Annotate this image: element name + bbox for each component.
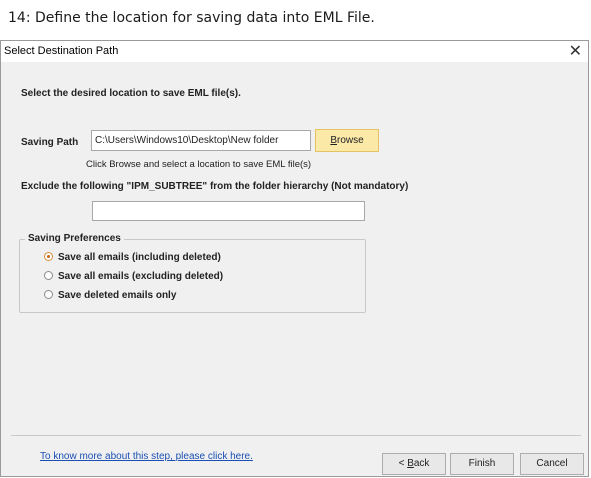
browse-label: rowse [336, 135, 364, 146]
radio-checked-icon[interactable] [44, 252, 53, 261]
cancel-button[interactable]: Cancel [520, 453, 584, 475]
close-icon[interactable]: ✕ [569, 41, 582, 61]
option-label: Save all emails (including deleted) [58, 252, 221, 263]
dialog-body: Select the desired location to save EML … [1, 62, 588, 476]
step-caption: 14: Define the location for saving data … [8, 10, 375, 26]
option-label: Save deleted emails only [58, 290, 177, 301]
instruction-text: Select the desired location to save EML … [21, 88, 241, 99]
back-prefix: < [398, 458, 408, 469]
back-label: ack [413, 458, 430, 469]
saving-path-input[interactable] [91, 130, 311, 151]
saving-preferences-legend: Saving Preferences [25, 233, 124, 244]
browse-hint: Click Browse and select a location to sa… [86, 159, 312, 170]
option-all-excluding-deleted[interactable]: Save all emails (excluding deleted) [44, 271, 223, 282]
back-accelerator: B [407, 458, 414, 469]
exclude-input[interactable] [92, 201, 365, 221]
footer-divider [11, 435, 581, 436]
radio-unchecked-icon[interactable] [44, 290, 53, 299]
browse-button[interactable]: Browse [315, 129, 379, 152]
exclude-label: Exclude the following "IPM_SUBTREE" from… [21, 181, 409, 192]
radio-unchecked-icon[interactable] [44, 271, 53, 280]
option-label: Save all emails (excluding deleted) [58, 271, 224, 282]
option-all-including-deleted[interactable]: Save all emails (including deleted) [44, 252, 221, 263]
option-deleted-only[interactable]: Save deleted emails only [44, 290, 176, 301]
select-destination-dialog: Select Destination Path ✕ Select the des… [0, 40, 589, 477]
back-button[interactable]: < Back [382, 453, 446, 475]
dialog-title: Select Destination Path [4, 45, 119, 57]
saving-path-label: Saving Path [21, 137, 79, 148]
finish-button[interactable]: Finish [450, 453, 514, 475]
browse-accelerator: B [330, 135, 337, 146]
title-bar: Select Destination Path ✕ [1, 41, 588, 62]
help-link[interactable]: To know more about this step, please cli… [40, 451, 253, 462]
